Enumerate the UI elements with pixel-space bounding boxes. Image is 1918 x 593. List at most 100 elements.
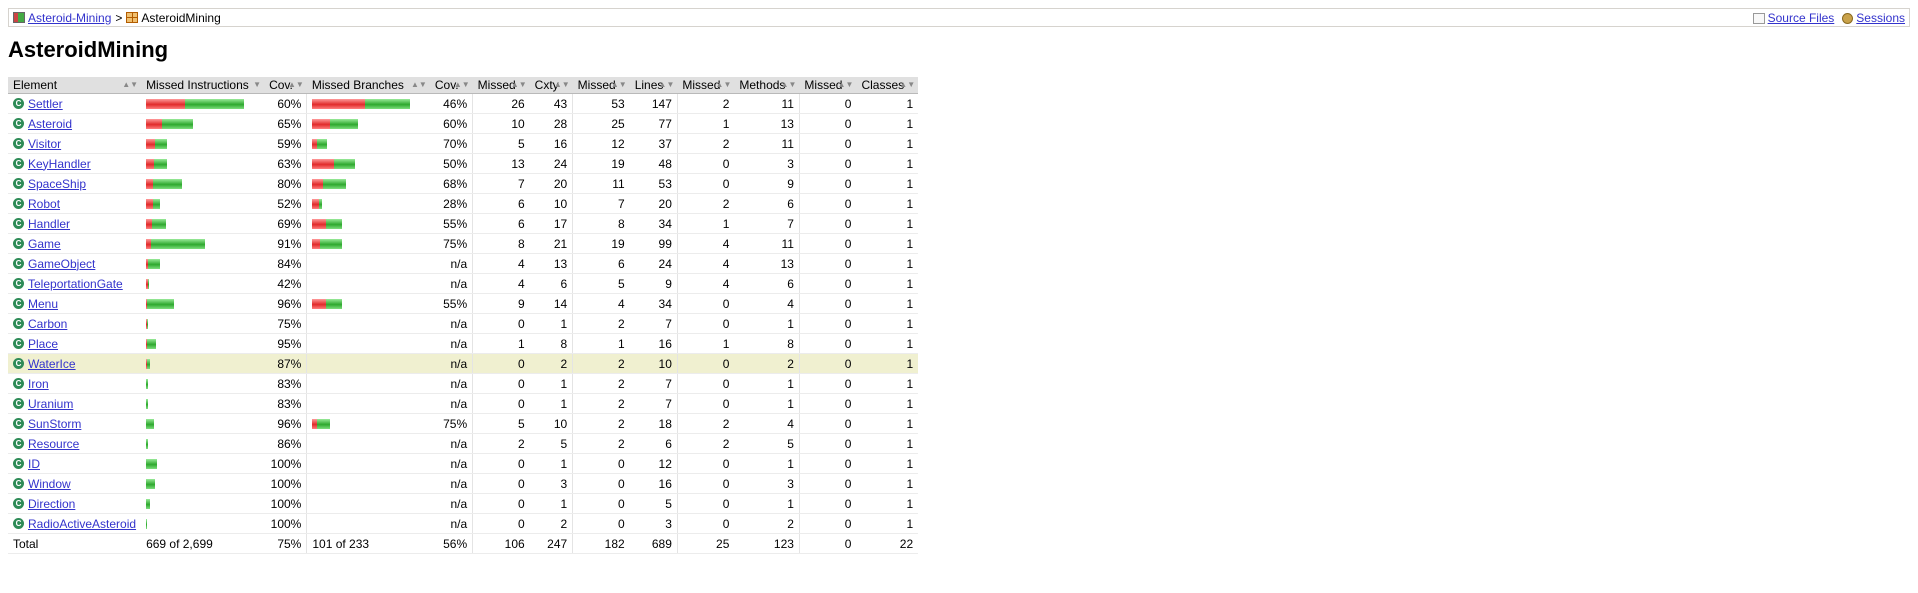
element-wrap: C KeyHandler [13, 157, 136, 171]
col-instr-cov[interactable]: Cov. ▲▼ [264, 77, 307, 94]
class-link[interactable]: Asteroid [28, 117, 72, 131]
class-link[interactable]: Visitor [28, 137, 61, 151]
instructions-bar-cell [141, 113, 265, 134]
class-link[interactable]: Carbon [28, 317, 67, 331]
branches-coverage-bar [312, 259, 425, 269]
cxty-cell: 1 [529, 393, 573, 414]
class-link[interactable]: SunStorm [28, 417, 81, 431]
missed-lines-cell: 2 [572, 433, 630, 454]
col-missed-instructions-label: Missed Instructions [146, 78, 249, 92]
missed-lines-cell: 6 [572, 253, 630, 274]
instr-cov-cell: 59% [264, 133, 307, 154]
element-cell: C Handler [8, 213, 142, 234]
table-row: C Direction 100% n/a 0 1 0 5 0 1 0 1 [8, 493, 919, 514]
table-row: C Iron 83% n/a 0 1 2 7 0 1 0 1 [8, 373, 919, 394]
branch-cov-cell: n/a [429, 333, 473, 354]
col-cxty[interactable]: Cxty ▲▼ [529, 77, 573, 94]
class-icon: C [13, 438, 24, 449]
branch-cov-cell: 75% [429, 413, 473, 434]
branches-coverage-bar [312, 319, 425, 329]
instr-cov-cell: 95% [264, 333, 307, 354]
covered-bar-segment [319, 198, 323, 209]
total-lines: 689 [629, 533, 678, 554]
col-missed-cxty[interactable]: Missed ▲▼ [472, 77, 530, 94]
element-wrap: C Window [13, 477, 136, 491]
cxty-cell: 3 [529, 473, 573, 494]
col-branch-cov[interactable]: Cov. ▲▼ [429, 77, 473, 94]
total-missed-classes: 0 [798, 533, 857, 554]
instructions-bar-cell [141, 293, 265, 314]
cxty-cell: 5 [529, 433, 573, 454]
col-missed-branches[interactable]: Missed Branches ▲▼ [306, 77, 430, 94]
covered-bar-segment [317, 418, 331, 429]
col-element[interactable]: Element ▲▼ [8, 77, 142, 94]
breadcrumb-report-link[interactable]: Asteroid-Mining [28, 11, 111, 25]
col-missed-classes[interactable]: Missed ▲▼ [799, 77, 857, 94]
class-icon: C [13, 498, 24, 509]
classes-cell: 1 [856, 113, 919, 134]
class-link[interactable]: WaterIce [28, 357, 76, 371]
instr-cov-cell: 69% [264, 213, 307, 234]
cxty-cell: 10 [529, 413, 573, 434]
branches-bar-cell [306, 373, 430, 394]
missed-bar-segment [312, 98, 366, 109]
classes-cell: 1 [856, 413, 919, 434]
col-missed-instructions[interactable]: Missed Instructions ▼ [141, 77, 265, 94]
instructions-coverage-bar [146, 158, 259, 169]
branches-bar-cell [306, 393, 430, 414]
sessions-link-wrap[interactable]: Sessions [1842, 11, 1905, 25]
class-link[interactable]: SpaceShip [28, 177, 86, 191]
class-icon: C [13, 458, 24, 469]
col-classes[interactable]: Classes ▲▼ [856, 77, 919, 94]
branches-bar-cell [306, 293, 430, 314]
missed-lines-cell: 5 [572, 273, 630, 294]
instructions-coverage-bar [146, 418, 259, 429]
missed-classes-cell: 0 [798, 373, 857, 394]
classes-cell: 1 [856, 253, 919, 274]
class-link[interactable]: ID [28, 457, 40, 471]
class-link[interactable]: GameObject [28, 257, 95, 271]
class-link[interactable]: TeleportationGate [28, 277, 123, 291]
class-link[interactable]: Robot [28, 197, 60, 211]
source-files-link[interactable]: Source Files [1768, 11, 1835, 25]
col-missed-lines[interactable]: Missed ▲▼ [572, 77, 630, 94]
source-files-link-wrap[interactable]: Source Files [1752, 11, 1835, 25]
class-link[interactable]: Iron [28, 377, 49, 391]
col-lines[interactable]: Lines ▲▼ [629, 77, 678, 94]
covered-bar-segment [146, 438, 149, 449]
class-icon: C [13, 118, 24, 129]
branch-cov-cell: n/a [429, 453, 473, 474]
class-link[interactable]: Handler [28, 217, 70, 231]
sort-arrows-icon: ▲▼ [715, 80, 732, 89]
branch-cov-cell: 70% [429, 133, 473, 154]
branches-bar-cell [306, 513, 430, 534]
table-row: C Carbon 75% n/a 0 1 2 7 0 1 0 1 [8, 313, 919, 334]
class-link[interactable]: Window [28, 477, 71, 491]
instructions-bar-cell [141, 353, 265, 374]
class-link[interactable]: Place [28, 337, 58, 351]
class-link[interactable]: KeyHandler [28, 157, 91, 171]
class-link[interactable]: Menu [28, 297, 58, 311]
missed-methods-cell: 4 [676, 253, 735, 274]
element-cell: C WaterIce [8, 353, 142, 374]
branch-cov-cell: n/a [429, 273, 473, 294]
sessions-link[interactable]: Sessions [1856, 11, 1905, 25]
element-wrap: C RadioActiveAsteroid [13, 517, 136, 531]
sort-arrows-icon: ▲▼ [780, 80, 797, 89]
class-link[interactable]: Game [28, 237, 61, 251]
class-link[interactable]: Uranium [28, 397, 73, 411]
class-link[interactable]: Settler [28, 97, 63, 111]
covered-bar-segment [146, 478, 156, 489]
covered-bar-segment [148, 278, 150, 289]
col-methods[interactable]: Methods ▲▼ [734, 77, 800, 94]
missed-methods-cell: 1 [676, 113, 735, 134]
cxty-cell: 24 [529, 153, 573, 174]
class-link[interactable]: Direction [28, 497, 75, 511]
cxty-cell: 21 [529, 233, 573, 254]
instr-cov-cell: 84% [264, 253, 307, 274]
class-link[interactable]: RadioActiveAsteroid [28, 517, 136, 531]
missed-lines-cell: 2 [572, 413, 630, 434]
missed-cxty-cell: 10 [472, 113, 530, 134]
col-missed-methods[interactable]: Missed ▲▼ [677, 77, 735, 94]
class-link[interactable]: Resource [28, 437, 79, 451]
